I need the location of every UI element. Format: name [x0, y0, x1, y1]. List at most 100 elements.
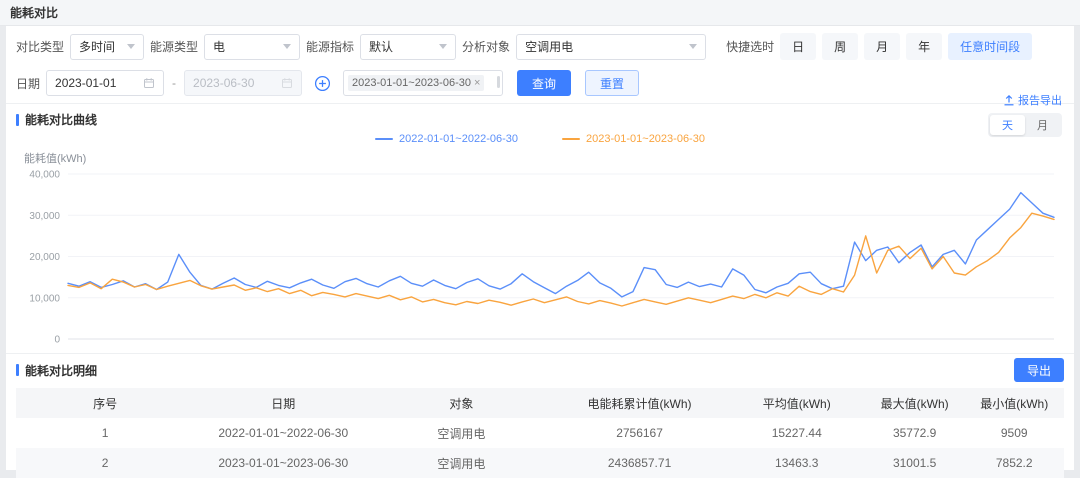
chevron-down-icon — [283, 44, 291, 49]
col-object: 对象 — [372, 388, 550, 418]
col-max: 最大值(kWh) — [865, 388, 965, 418]
svg-text:0: 0 — [54, 335, 60, 346]
line-chart: 0 10,000 20,000 30,000 40,000 — [16, 164, 1064, 347]
col-index: 序号 — [16, 388, 194, 418]
calendar-icon — [281, 77, 293, 89]
table-section: 能耗对比明细 导出 序号 日期 对象 电能耗累计值(kWh) 平均值(kWh) … — [6, 353, 1074, 478]
end-date-value: 2023-06-30 — [193, 76, 254, 90]
range-tag-text: 2023-01-01~2023-06-30 — [352, 77, 471, 89]
start-date-input[interactable]: 2023-01-01 — [46, 70, 164, 96]
cell-average: 13463.3 — [729, 448, 865, 478]
chevron-down-icon — [439, 44, 447, 49]
cell-average: 15227.44 — [729, 418, 865, 448]
cell-index: 2 — [16, 448, 194, 478]
table-row: 2 2023-01-01~2023-06-30 空调用电 2436857.71 … — [16, 448, 1064, 478]
analysis-object-select[interactable]: 空调用电 — [516, 34, 706, 60]
legend-line-icon — [562, 138, 580, 140]
energy-indicator-select[interactable]: 默认 — [360, 34, 456, 60]
add-range-button[interactable] — [314, 75, 331, 92]
quick-week-button[interactable]: 周 — [822, 33, 858, 60]
svg-text:30,000: 30,000 — [29, 211, 60, 222]
col-average: 平均值(kWh) — [729, 388, 865, 418]
upload-icon — [1003, 94, 1015, 106]
start-date-value: 2023-01-01 — [55, 76, 116, 90]
svg-text:40,000: 40,000 — [29, 170, 60, 181]
quick-select-label: 快捷选时 — [726, 38, 774, 55]
legend-line-icon — [375, 138, 393, 140]
cell-max: 31001.5 — [865, 448, 965, 478]
chevron-down-icon — [127, 44, 135, 49]
cell-date: 2023-01-01~2023-06-30 — [194, 448, 372, 478]
filter-row-1: 对比类型 多时间 能源类型 电 能源指标 默认 分析对象 空调用电 快捷选时 日 — [6, 26, 1074, 63]
report-export-label: 报告导出 — [1018, 92, 1062, 108]
day-toggle[interactable]: 天 — [990, 115, 1025, 135]
section-marker — [16, 114, 19, 126]
chart-section-title: 能耗对比曲线 — [6, 104, 1074, 128]
date-separator: - — [172, 76, 176, 90]
svg-text:10,000: 10,000 — [29, 293, 60, 304]
chevron-down-icon — [689, 44, 697, 49]
col-date: 日期 — [194, 388, 372, 418]
quick-month-button[interactable]: 月 — [864, 33, 900, 60]
cell-object: 空调用电 — [372, 418, 550, 448]
col-total: 电能耗累计值(kWh) — [550, 388, 728, 418]
range-tag: 2023-01-01~2023-06-30 × — [348, 75, 484, 91]
scrollbar[interactable] — [497, 76, 500, 88]
legend-item-2023[interactable]: 2023-01-01~2023-06-30 — [562, 131, 705, 147]
end-date-input: 2023-06-30 — [184, 70, 302, 96]
reset-button[interactable]: 重置 — [585, 70, 639, 96]
page: 能耗对比 对比类型 多时间 能源类型 电 能源指标 默认 分析对象 空调用电 — [0, 0, 1080, 478]
table-title-text: 能耗对比明细 — [25, 362, 97, 379]
cell-date: 2022-01-01~2022-06-30 — [194, 418, 372, 448]
quick-day-button[interactable]: 日 — [780, 33, 816, 60]
table-header-row: 序号 日期 对象 电能耗累计值(kWh) 平均值(kWh) 最大值(kWh) 最… — [16, 388, 1064, 418]
section-marker — [16, 364, 19, 376]
svg-text:20,000: 20,000 — [29, 252, 60, 263]
chart-section: 报告导出 天 月 能耗对比曲线 2022-01-01~2022-06-30 2 — [6, 103, 1074, 347]
table-row: 1 2022-01-01~2022-06-30 空调用电 2756167 152… — [16, 418, 1064, 448]
legend-item-2022[interactable]: 2022-01-01~2022-06-30 — [375, 131, 518, 147]
detail-table: 序号 日期 对象 电能耗累计值(kWh) 平均值(kWh) 最大值(kWh) 最… — [16, 388, 1064, 478]
top-bar: 能耗对比 — [0, 0, 1080, 26]
cell-min: 7852.2 — [964, 448, 1064, 478]
analysis-object-label: 分析对象 — [462, 38, 510, 55]
compare-type-label: 对比类型 — [16, 38, 64, 55]
energy-type-value: 电 — [213, 38, 225, 55]
quick-year-button[interactable]: 年 — [906, 33, 942, 60]
filter-row-2: 日期 2023-01-01 - 2023-06-30 — [6, 63, 1074, 99]
main-panel: 对比类型 多时间 能源类型 电 能源指标 默认 分析对象 空调用电 快捷选时 日 — [6, 26, 1074, 470]
chart-title-text: 能耗对比曲线 — [25, 111, 97, 128]
granularity-toggle: 天 月 — [988, 113, 1062, 137]
remove-range-icon[interactable]: × — [474, 78, 480, 89]
custom-range-button[interactable]: 任意时间段 — [948, 33, 1032, 60]
legend-label: 2022-01-01~2022-06-30 — [399, 133, 518, 145]
plus-circle-icon — [314, 75, 331, 92]
energy-type-select[interactable]: 电 — [204, 34, 300, 60]
compare-type-select[interactable]: 多时间 — [70, 34, 144, 60]
report-export-link[interactable]: 报告导出 — [1003, 92, 1062, 108]
selected-range-box[interactable]: 2023-01-01~2023-06-30 × — [343, 70, 503, 96]
legend-label: 2023-01-01~2023-06-30 — [586, 133, 705, 145]
cell-index: 1 — [16, 418, 194, 448]
date-label: 日期 — [16, 75, 40, 92]
cell-min: 9509 — [964, 418, 1064, 448]
compare-type-value: 多时间 — [79, 38, 115, 55]
cell-total: 2436857.71 — [550, 448, 728, 478]
table-section-title: 能耗对比明细 — [16, 362, 97, 379]
energy-indicator-label: 能源指标 — [306, 38, 354, 55]
export-button[interactable]: 导出 — [1014, 358, 1064, 382]
cell-object: 空调用电 — [372, 448, 550, 478]
table-section-head: 能耗对比明细 导出 — [6, 353, 1074, 384]
calendar-icon — [143, 77, 155, 89]
analysis-object-value: 空调用电 — [525, 38, 573, 55]
cell-max: 35772.9 — [865, 418, 965, 448]
cell-total: 2756167 — [550, 418, 728, 448]
chart-tools: 报告导出 天 月 — [988, 92, 1062, 137]
chart-legend: 2022-01-01~2022-06-30 2023-01-01~2023-06… — [6, 131, 1074, 147]
y-axis-title: 能耗值(kWh) — [6, 147, 1074, 164]
col-min: 最小值(kWh) — [964, 388, 1064, 418]
search-button[interactable]: 查询 — [517, 70, 571, 96]
energy-type-label: 能源类型 — [150, 38, 198, 55]
page-title: 能耗对比 — [10, 4, 58, 21]
month-toggle[interactable]: 月 — [1025, 115, 1060, 135]
